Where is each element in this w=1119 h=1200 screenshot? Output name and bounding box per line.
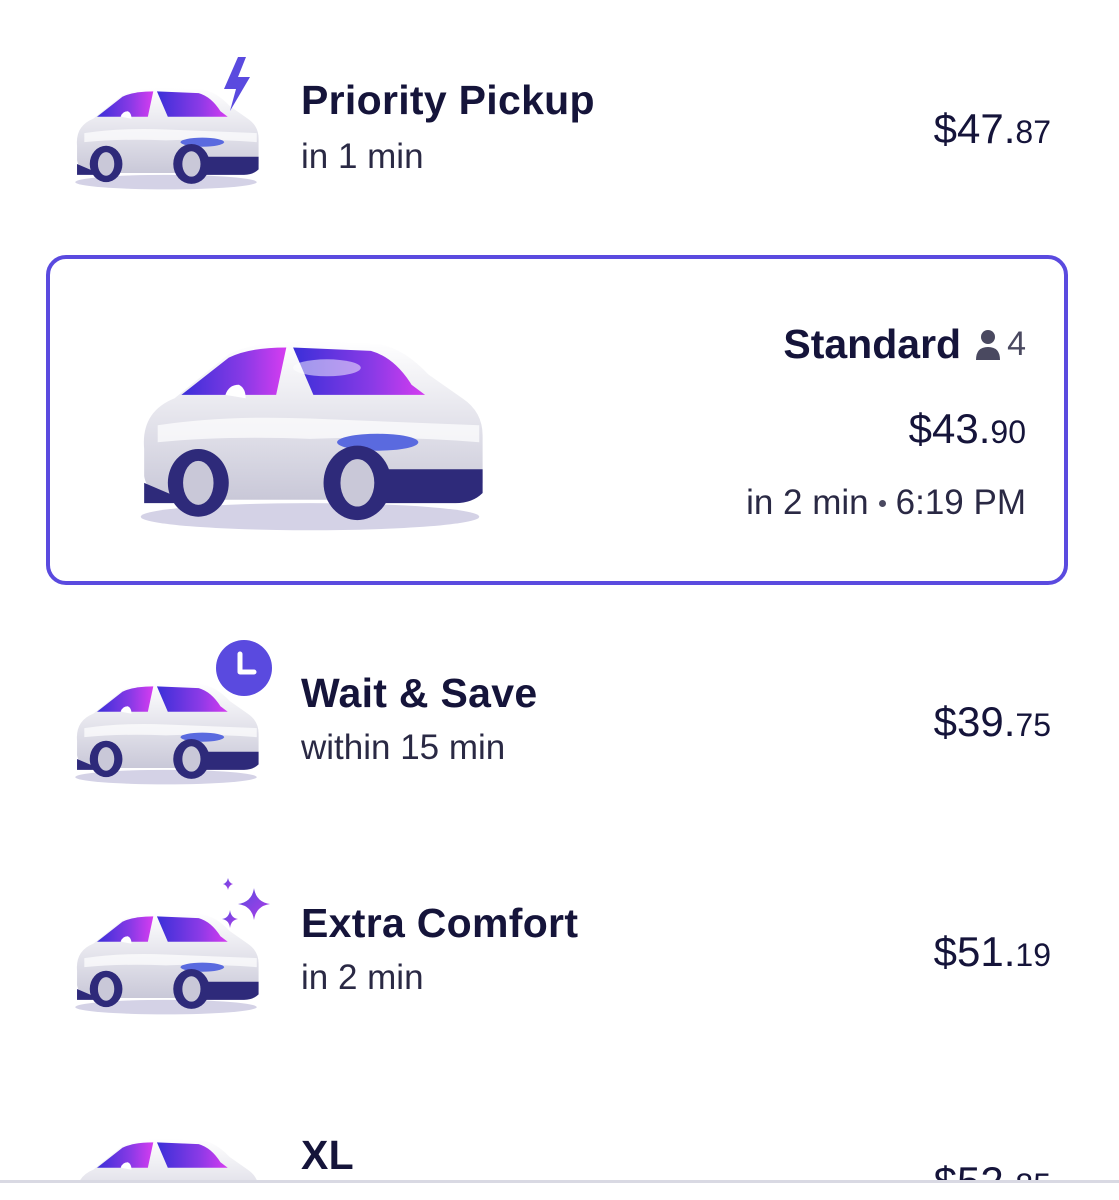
car-icon: [58, 1100, 278, 1180]
ride-name: XL: [301, 1132, 354, 1178]
ride-price: $47.87: [933, 105, 1051, 152]
ride-name: Priority Pickup: [301, 77, 595, 123]
ride-option-wait-and-save[interactable]: Wait & Save within 15 min $39.75: [0, 640, 1119, 820]
ride-price: $51.19: [933, 928, 1051, 975]
ride-price: $52.85: [934, 1158, 1051, 1180]
ride-option-standard-selected[interactable]: Standard 4 $43.90 in 2 min 6:19 PM: [46, 255, 1068, 585]
arrival-time: 6:19 PM: [895, 483, 1026, 522]
ride-price: $39.75: [933, 698, 1051, 745]
ride-name: Standard: [783, 321, 962, 367]
car-icon: [58, 640, 278, 790]
car-icon: [58, 870, 278, 1020]
bottom-sheet-edge: [0, 1183, 1119, 1200]
seat-capacity: 4: [975, 325, 1026, 364]
seat-count: 4: [1007, 325, 1026, 363]
ride-options-list: Priority Pickup in 1 min $47.87 Standard…: [0, 0, 1119, 1200]
ride-name: Extra Comfort: [301, 900, 579, 946]
ride-option-xl[interactable]: XL $52.85: [0, 1100, 1119, 1180]
person-icon: [976, 329, 1001, 360]
ride-eta: in 2 min 6:19 PM: [746, 483, 1026, 522]
ride-eta: in 1 min: [301, 137, 424, 176]
car-icon: [110, 317, 510, 537]
ride-option-extra-comfort[interactable]: Extra Comfort in 2 min $51.19: [0, 870, 1119, 1050]
ride-price: $43.90: [908, 405, 1026, 452]
clock-icon: [216, 640, 272, 696]
ride-option-priority-pickup[interactable]: Priority Pickup in 1 min $47.87: [0, 45, 1119, 225]
lightning-bolt-icon: [224, 57, 250, 111]
car-icon: [58, 45, 278, 195]
sparkles-icon: [222, 878, 270, 928]
ride-eta: within 15 min: [301, 728, 506, 767]
ride-name: Wait & Save: [301, 670, 538, 716]
separator-dot: [878, 499, 886, 507]
ride-eta: in 2 min: [301, 958, 424, 997]
